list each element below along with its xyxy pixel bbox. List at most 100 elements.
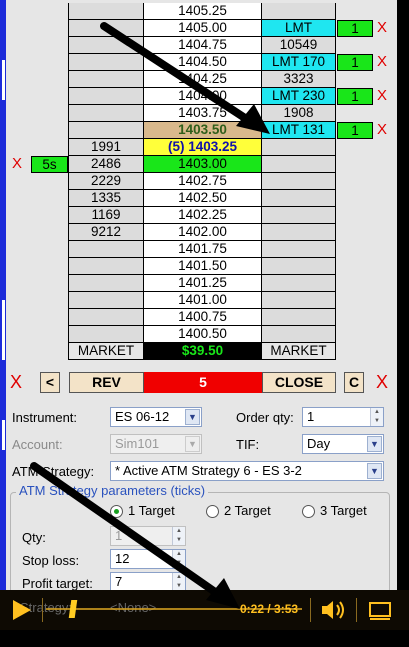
ask-order-cell[interactable] [262,173,336,190]
spinner-arrows-icon[interactable]: ▲ ▼ [172,527,185,545]
ask-order-cell[interactable]: LMT 170 [262,54,336,71]
play-button[interactable] [2,592,40,628]
center-button[interactable]: C [344,372,364,393]
price-cell[interactable]: 1401.25 [144,275,262,292]
tif-select[interactable]: Day ▼ [302,434,384,454]
sell-market-button[interactable]: MARKET [262,343,336,360]
price-cell[interactable]: 1400.50 [144,326,262,343]
bid-volume-cell[interactable] [68,326,144,343]
qty-stepper[interactable]: 1 ▲ ▼ [110,526,186,546]
stop-loss-stepper[interactable]: 12 ▲ ▼ [110,549,186,569]
price-cell[interactable]: 1404.75 [144,37,262,54]
price-cell[interactable]: 1402.00 [144,224,262,241]
close-position-button[interactable]: CLOSE [262,372,336,393]
target-1-label[interactable]: 1 Target [128,503,175,518]
price-cell[interactable]: 1404.00 [144,88,262,105]
ask-order-cell[interactable] [262,139,336,156]
ask-order-cell[interactable] [262,241,336,258]
price-cell[interactable]: 1405.25 [144,3,262,20]
bid-volume-cell[interactable] [68,54,144,71]
price-cell[interactable]: 1403.75 [144,105,262,122]
bid-volume-cell[interactable]: 9212 [68,224,144,241]
bid-volume-cell[interactable] [68,88,144,105]
bid-volume-cell[interactable] [68,292,144,309]
bid-volume-cell[interactable]: 2486 [68,156,144,173]
ask-order-cell[interactable]: LMT 230 [262,88,336,105]
bid-volume-cell[interactable]: 2229 [68,173,144,190]
fullscreen-button[interactable] [362,595,398,625]
order-qty-cell[interactable]: 1 [337,20,373,37]
working-order-tag[interactable]: 5s [31,156,68,173]
cancel-bid-button[interactable]: X [10,156,24,173]
bid-volume-cell[interactable]: 1335 [68,190,144,207]
bid-volume-cell[interactable] [68,20,144,37]
ask-order-cell[interactable] [262,258,336,275]
price-cell[interactable]: (5) 1403.25 [144,139,262,156]
bid-volume-cell[interactable] [68,309,144,326]
bid-volume-cell[interactable] [68,275,144,292]
ask-order-cell[interactable]: LMT 131 [262,122,336,139]
seek-handle[interactable] [68,600,78,618]
atm-strategy-select[interactable]: * Active ATM Strategy 6 - ES 3-2 ▼ [110,461,384,481]
price-cell[interactable]: 1403.50 [144,122,262,139]
spinner-arrows-icon[interactable]: ▲ ▼ [370,408,383,426]
shift-left-button[interactable]: < [40,372,60,393]
bid-volume-cell[interactable] [68,122,144,139]
price-cell[interactable]: 1404.25 [144,71,262,88]
order-qty-cell[interactable]: 1 [337,122,373,139]
target-2-radio[interactable] [206,505,219,518]
ask-order-cell[interactable] [262,309,336,326]
instrument-select[interactable]: ES 06-12 ▼ [110,407,202,427]
ask-order-cell[interactable] [262,275,336,292]
cancel-order-button[interactable]: X [373,122,391,139]
cancel-all-right-button[interactable]: X [376,370,388,394]
buy-market-button[interactable]: MARKET [68,343,144,360]
cancel-order-button[interactable]: X [373,20,391,37]
ask-order-cell[interactable] [262,190,336,207]
target-1-radio[interactable] [110,505,123,518]
bid-volume-cell[interactable] [68,241,144,258]
price-cell[interactable]: 1401.00 [144,292,262,309]
bid-volume-cell[interactable]: 1169 [68,207,144,224]
bid-volume-cell[interactable] [68,258,144,275]
price-cell[interactable]: 1405.00 [144,20,262,37]
bid-volume-cell[interactable] [68,3,144,20]
price-cell[interactable]: 1402.25 [144,207,262,224]
price-cell[interactable]: 1401.75 [144,241,262,258]
cancel-all-left-button[interactable]: X [10,370,22,394]
order-qty-cell[interactable]: 1 [337,88,373,105]
ask-order-cell[interactable]: 1908 [262,105,336,122]
ask-order-cell[interactable] [262,3,336,20]
ask-order-cell[interactable] [262,156,336,173]
price-cell[interactable]: 1404.50 [144,54,262,71]
volume-button[interactable] [316,595,350,625]
order-qty-stepper[interactable]: 1 ▲ ▼ [302,407,384,427]
ask-order-cell[interactable]: LMT [262,20,336,37]
cancel-order-button[interactable]: X [373,54,391,71]
bid-volume-cell[interactable] [68,37,144,54]
target-3-label[interactable]: 3 Target [320,503,367,518]
bid-volume-cell[interactable] [68,105,144,122]
target-2-label[interactable]: 2 Target [224,503,271,518]
bid-volume-cell[interactable]: 1991 [68,139,144,156]
price-cell[interactable]: 1402.75 [144,173,262,190]
ask-order-cell[interactable] [262,224,336,241]
spinner-arrows-icon[interactable]: ▲ ▼ [172,573,185,590]
ask-order-cell[interactable] [262,207,336,224]
price-cell[interactable]: 1403.00 [144,156,262,173]
price-cell[interactable]: 1402.50 [144,190,262,207]
ask-order-cell[interactable]: 3323 [262,71,336,88]
target-3-radio[interactable] [302,505,315,518]
cancel-order-button[interactable]: X [373,88,391,105]
price-cell[interactable]: 1401.50 [144,258,262,275]
profit-target-stepper[interactable]: 7 ▲ ▼ [110,572,186,590]
ask-order-cell[interactable] [262,292,336,309]
ask-order-cell[interactable] [262,326,336,343]
price-cell[interactable]: 1400.75 [144,309,262,326]
ask-order-cell[interactable]: 10549 [262,37,336,54]
bid-volume-cell[interactable] [68,71,144,88]
reverse-button[interactable]: REV [69,372,144,393]
spinner-arrows-icon[interactable]: ▲ ▼ [172,550,185,568]
account-select[interactable]: Sim101 ▼ [110,434,202,454]
order-qty-cell[interactable]: 1 [337,54,373,71]
